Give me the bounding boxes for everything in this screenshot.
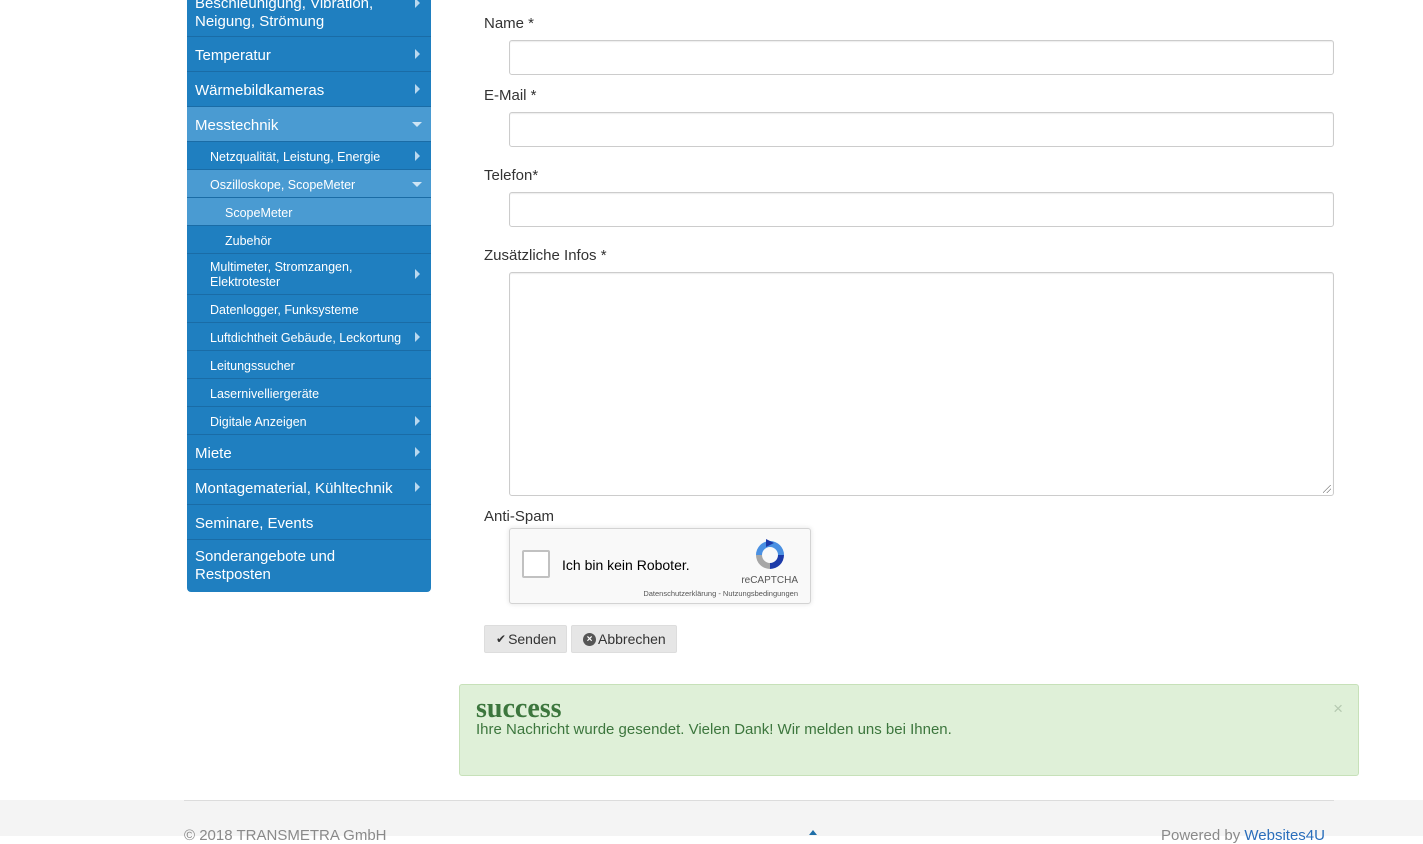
- check-icon: ✔: [496, 632, 507, 646]
- close-circle-icon: ×: [583, 632, 596, 646]
- sidebar-item-label: Messtechnik: [195, 117, 279, 134]
- chevron-right-icon: [415, 0, 420, 8]
- send-button-label: Senden: [508, 631, 557, 647]
- sidebar-item-netzqualitaet[interactable]: Netzqualität, Leistung, Energie: [187, 142, 431, 170]
- footer-divider: [184, 800, 1334, 801]
- success-alert: success Ihre Nachricht wurde gesendet. V…: [459, 684, 1359, 776]
- send-button[interactable]: ✔ Senden: [484, 625, 568, 653]
- sidebar-item-luftdichtheit[interactable]: Luftdichtheit Gebäude, Leckortung: [187, 323, 431, 351]
- antispam-label: Anti-Spam: [484, 508, 555, 525]
- chevron-right-icon: [415, 482, 420, 492]
- cancel-button-label: Abbrechen: [598, 631, 666, 647]
- phone-label: Telefon*: [484, 167, 539, 184]
- sidebar-item-oszilloskope[interactable]: Oszilloskope, ScopeMeter: [187, 170, 431, 198]
- chevron-down-icon: [412, 122, 422, 127]
- recaptcha-logo-icon: [756, 539, 784, 569]
- sidebar-item-sonderangebote[interactable]: Sonderangebote und Restposten: [187, 540, 431, 592]
- sidebar-item-label: Multimeter, Stromzangen, Elektrotester: [210, 260, 353, 289]
- sidebar-item-label: Sonderangebote und Restposten: [195, 548, 336, 583]
- recaptcha-label: Ich bin kein Roboter.: [562, 557, 690, 573]
- sidebar-item-label: Digitale Anzeigen: [210, 415, 307, 429]
- sidebar-item-label: Zubehör: [225, 234, 272, 248]
- sidebar-item-label: Temperatur: [195, 47, 271, 64]
- sidebar-item-label: Luftdichtheit Gebäude, Leckortung: [210, 331, 402, 345]
- chevron-right-icon: [415, 49, 420, 59]
- sidebar-item-label: Montagematerial, Kühltechnik: [195, 480, 393, 497]
- footer: © 2018 TRANSMETRA GmbH Powered by Websit…: [0, 800, 1423, 844]
- sidebar-item-label: Miete: [195, 445, 232, 462]
- sidebar-item-label: Leitungssucher: [210, 359, 295, 373]
- sidebar-item-digitale-anzeigen[interactable]: Digitale Anzeigen: [187, 407, 431, 435]
- info-textarea[interactable]: [509, 272, 1334, 496]
- chevron-right-icon: [415, 151, 420, 161]
- recaptcha-widget: Ich bin kein Roboter. reCAPTCHA Datensch…: [509, 528, 811, 604]
- sidebar-item-seminare[interactable]: Seminare, Events: [187, 505, 431, 540]
- sidebar-item-montagematerial[interactable]: Montagematerial, Kühltechnik: [187, 470, 431, 505]
- close-icon[interactable]: ×: [1333, 699, 1343, 719]
- sidebar-item-waermebildkameras[interactable]: Wärmebildkameras: [187, 72, 431, 107]
- email-input[interactable]: [509, 112, 1334, 147]
- name-input[interactable]: [509, 40, 1334, 75]
- cancel-button[interactable]: × Abbrechen: [571, 625, 677, 653]
- recaptcha-brand: reCAPTCHA: [741, 575, 798, 586]
- sidebar-item-scopemeter[interactable]: ScopeMeter: [187, 198, 431, 226]
- sidebar-item-label: Beschleunigung, Vibration, Neigung, Strö…: [195, 0, 374, 30]
- sidebar-item-temperatur[interactable]: Temperatur: [187, 37, 431, 72]
- chevron-down-icon: [412, 182, 422, 187]
- sidebar-item-label: Datenlogger, Funksysteme: [210, 303, 359, 317]
- sidebar-item-zubehoer[interactable]: Zubehör: [187, 226, 431, 254]
- sidebar-item-messtechnik[interactable]: Messtechnik: [187, 107, 431, 142]
- sidebar-item-datenlogger[interactable]: Datenlogger, Funksysteme: [187, 295, 431, 323]
- resize-handle-icon[interactable]: [1323, 485, 1331, 493]
- sidebar-item-multimeter[interactable]: Multimeter, Stromzangen, Elektrotester: [187, 254, 431, 295]
- chevron-right-icon: [415, 84, 420, 94]
- sidebar-item-label: Wärmebildkameras: [195, 82, 325, 99]
- sidebar-item-label: ScopeMeter: [225, 206, 293, 220]
- info-label: Zusätzliche Infos *: [484, 247, 607, 264]
- sidebar-item-label: Lasernivelliergeräte: [210, 387, 320, 401]
- sidebar-item-label: Seminare, Events: [195, 515, 314, 532]
- sidebar-item-lasernivelliergeraete[interactable]: Lasernivelliergeräte: [187, 379, 431, 407]
- recaptcha-links[interactable]: Datenschutzerklärung - Nutzungsbedingung…: [643, 589, 798, 598]
- chevron-right-icon: [415, 269, 420, 279]
- chevron-right-icon: [415, 447, 420, 457]
- sidebar-item-beschleunigung[interactable]: Beschleunigung, Vibration, Neigung, Strö…: [187, 0, 431, 37]
- email-label: E-Mail *: [484, 87, 537, 104]
- chevron-right-icon: [415, 416, 420, 426]
- alert-message: Ihre Nachricht wurde gesendet. Vielen Da…: [476, 721, 952, 738]
- name-label: Name *: [484, 15, 535, 32]
- sidebar-nav: Beschleunigung, Vibration, Neigung, Strö…: [187, 0, 431, 592]
- chevron-right-icon: [415, 332, 420, 342]
- sidebar-item-label: Netzqualität, Leistung, Energie: [210, 150, 381, 164]
- sidebar-item-miete[interactable]: Miete: [187, 435, 431, 470]
- sidebar-item-label: Oszilloskope, ScopeMeter: [210, 178, 356, 192]
- phone-input[interactable]: [509, 192, 1334, 227]
- recaptcha-checkbox[interactable]: [522, 550, 550, 578]
- sidebar-item-leitungssucher[interactable]: Leitungssucher: [187, 351, 431, 379]
- scroll-top-icon[interactable]: [809, 830, 817, 835]
